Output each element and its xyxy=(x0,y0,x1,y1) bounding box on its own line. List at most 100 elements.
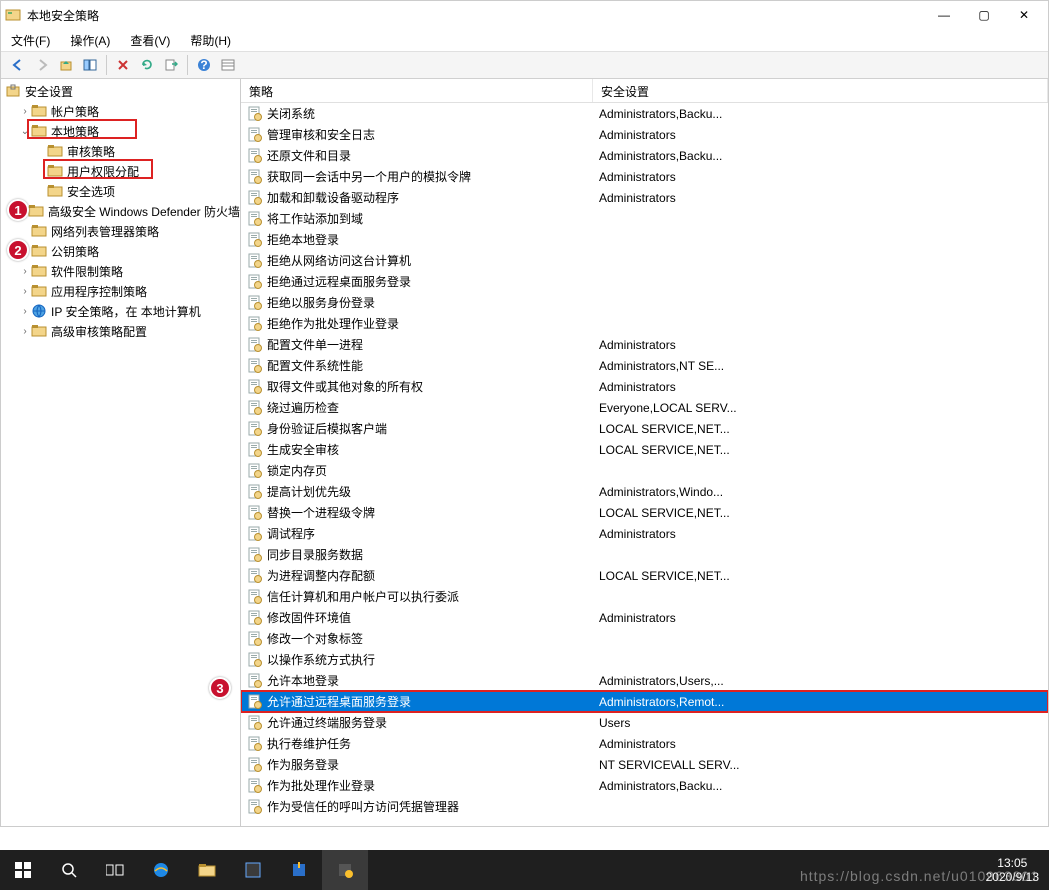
list-body[interactable]: 关闭系统Administrators,Backu...管理审核和安全日志Admi… xyxy=(241,103,1048,826)
policy-row[interactable]: 允许本地登录Administrators,Users,... xyxy=(241,670,1048,691)
expand-icon[interactable]: › xyxy=(19,326,31,337)
policy-name: 身份验证后模拟客户端 xyxy=(267,420,387,437)
back-button[interactable] xyxy=(7,54,29,76)
policy-row[interactable]: 作为服务登录NT SERVICE\ALL SERV... xyxy=(241,754,1048,775)
close-button[interactable]: ✕ xyxy=(1004,1,1044,29)
menu-action[interactable]: 操作(A) xyxy=(66,30,114,51)
policy-row[interactable]: 加载和卸载设备驱动程序Administrators xyxy=(241,187,1048,208)
tree-item[interactable]: 审核策略 xyxy=(1,141,240,161)
tree-item[interactable]: ›IP 安全策略，在 本地计算机 xyxy=(1,301,240,321)
policy-row[interactable]: 为进程调整内存配额LOCAL SERVICE,NET... xyxy=(241,565,1048,586)
tree-item-label: 高级审核策略配置 xyxy=(51,323,147,340)
clock[interactable]: 13:05 2020/9/13 xyxy=(976,854,1049,886)
annotation-badge-2: 2 xyxy=(7,239,29,261)
tree-item[interactable]: ›帐户策略 xyxy=(1,101,240,121)
tree-root[interactable]: 安全设置 xyxy=(1,81,240,101)
column-setting[interactable]: 安全设置 xyxy=(593,79,1048,102)
policy-row[interactable]: 作为批处理作业登录Administrators,Backu... xyxy=(241,775,1048,796)
expand-icon[interactable]: › xyxy=(19,266,31,277)
delete-button[interactable] xyxy=(112,54,134,76)
tree-item[interactable]: ›公钥策略 xyxy=(1,241,240,261)
task-view-button[interactable] xyxy=(92,850,138,890)
tree-item-label: 高级安全 Windows Defender 防火墙 xyxy=(48,203,240,220)
policy-row[interactable]: 作为受信任的呼叫方访问凭据管理器 xyxy=(241,796,1048,817)
policy-setting: Administrators,Remot... xyxy=(593,695,1048,709)
up-button[interactable] xyxy=(55,54,77,76)
policy-icon xyxy=(247,190,263,206)
ie-icon[interactable] xyxy=(138,850,184,890)
secpol-icon[interactable] xyxy=(322,850,368,890)
export-button[interactable] xyxy=(160,54,182,76)
app-icon-1[interactable] xyxy=(230,850,276,890)
policy-row[interactable]: 提高计划优先级Administrators,Windo... xyxy=(241,481,1048,502)
policy-row[interactable]: 拒绝本地登录 xyxy=(241,229,1048,250)
annotation-badge-3: 3 xyxy=(209,677,231,699)
policy-row[interactable]: 还原文件和目录Administrators,Backu... xyxy=(241,145,1048,166)
expand-icon[interactable]: ⌄ xyxy=(19,126,31,137)
tree-item[interactable]: ⌄本地策略 xyxy=(1,121,240,141)
policy-row[interactable]: 替换一个进程级令牌LOCAL SERVICE,NET... xyxy=(241,502,1048,523)
policy-row[interactable]: 获取同一会话中另一个用户的模拟令牌Administrators xyxy=(241,166,1048,187)
policy-row[interactable]: 拒绝以服务身份登录 xyxy=(241,292,1048,313)
policy-row[interactable]: 绕过遍历检查Everyone,LOCAL SERV... xyxy=(241,397,1048,418)
policy-setting: Administrators xyxy=(593,338,1048,352)
forward-button[interactable] xyxy=(31,54,53,76)
policy-row[interactable]: 将工作站添加到域 xyxy=(241,208,1048,229)
column-policy[interactable]: 策略 xyxy=(241,79,593,102)
menu-help[interactable]: 帮助(H) xyxy=(186,30,235,51)
policy-row[interactable]: 锁定内存页 xyxy=(241,460,1048,481)
policy-row[interactable]: 调试程序Administrators xyxy=(241,523,1048,544)
policy-row[interactable]: 信任计算机和用户帐户可以执行委派 xyxy=(241,586,1048,607)
policy-row[interactable]: 关闭系统Administrators,Backu... xyxy=(241,103,1048,124)
policy-icon xyxy=(247,652,263,668)
tree-item[interactable]: ›应用程序控制策略 xyxy=(1,281,240,301)
refresh-button[interactable] xyxy=(136,54,158,76)
list-button[interactable] xyxy=(217,54,239,76)
start-button[interactable] xyxy=(0,850,46,890)
tree-item-label: 公钥策略 xyxy=(51,243,99,260)
security-icon xyxy=(5,83,21,99)
tree-item[interactable]: 安全选项 xyxy=(1,181,240,201)
policy-row[interactable]: 修改固件环境值Administrators xyxy=(241,607,1048,628)
expand-icon[interactable]: › xyxy=(19,286,31,297)
maximize-button[interactable]: ▢ xyxy=(964,1,1004,29)
policy-row[interactable]: 生成安全审核LOCAL SERVICE,NET... xyxy=(241,439,1048,460)
taskbar: 13:05 2020/9/13 xyxy=(0,850,1049,890)
policy-row[interactable]: 以操作系统方式执行 xyxy=(241,649,1048,670)
policy-row[interactable]: 同步目录服务数据 xyxy=(241,544,1048,565)
policy-row[interactable]: 拒绝作为批处理作业登录 xyxy=(241,313,1048,334)
policy-name: 以操作系统方式执行 xyxy=(267,651,375,668)
expand-icon[interactable]: › xyxy=(19,106,31,117)
policy-row[interactable]: 配置文件单一进程Administrators xyxy=(241,334,1048,355)
app-icon-2[interactable] xyxy=(276,850,322,890)
tree-item[interactable]: ›软件限制策略 xyxy=(1,261,240,281)
policy-row[interactable]: 拒绝通过远程桌面服务登录 xyxy=(241,271,1048,292)
policy-icon xyxy=(247,211,263,227)
policy-row[interactable]: 配置文件系统性能Administrators,NT SE... xyxy=(241,355,1048,376)
policy-row[interactable]: 取得文件或其他对象的所有权Administrators xyxy=(241,376,1048,397)
policy-setting: Administrators,Backu... xyxy=(593,779,1048,793)
policy-row[interactable]: 修改一个对象标签 xyxy=(241,628,1048,649)
show-hide-button[interactable] xyxy=(79,54,101,76)
help-button[interactable]: ? xyxy=(193,54,215,76)
tree-item[interactable]: 用户权限分配 xyxy=(1,161,240,181)
expand-icon[interactable]: › xyxy=(19,306,31,317)
tree-item[interactable]: 网络列表管理器策略 xyxy=(1,221,240,241)
tree-item[interactable]: › 高级审核策略配置 xyxy=(1,321,240,341)
policy-row[interactable]: 执行卷维护任务Administrators xyxy=(241,733,1048,754)
tree-pane[interactable]: 安全设置 ›帐户策略⌄本地策略审核策略用户权限分配安全选项›高级安全 Windo… xyxy=(1,79,241,826)
policy-row[interactable]: 管理审核和安全日志Administrators xyxy=(241,124,1048,145)
policy-row[interactable]: 身份验证后模拟客户端LOCAL SERVICE,NET... xyxy=(241,418,1048,439)
policy-row[interactable]: 允许通过远程桌面服务登录Administrators,Remot... xyxy=(241,691,1048,712)
minimize-button[interactable]: — xyxy=(924,1,964,29)
policy-row[interactable]: 拒绝从网络访问这台计算机 xyxy=(241,250,1048,271)
policy-setting: Administrators,Users,... xyxy=(593,674,1048,688)
menu-file[interactable]: 文件(F) xyxy=(7,30,54,51)
tree-item[interactable]: ›高级安全 Windows Defender 防火墙 xyxy=(1,201,240,221)
policy-setting: NT SERVICE\ALL SERV... xyxy=(593,758,1048,772)
explorer-icon[interactable] xyxy=(184,850,230,890)
search-button[interactable] xyxy=(46,850,92,890)
policy-row[interactable]: 允许通过终端服务登录Users xyxy=(241,712,1048,733)
folder-icon xyxy=(31,263,47,279)
menu-view[interactable]: 查看(V) xyxy=(126,30,174,51)
